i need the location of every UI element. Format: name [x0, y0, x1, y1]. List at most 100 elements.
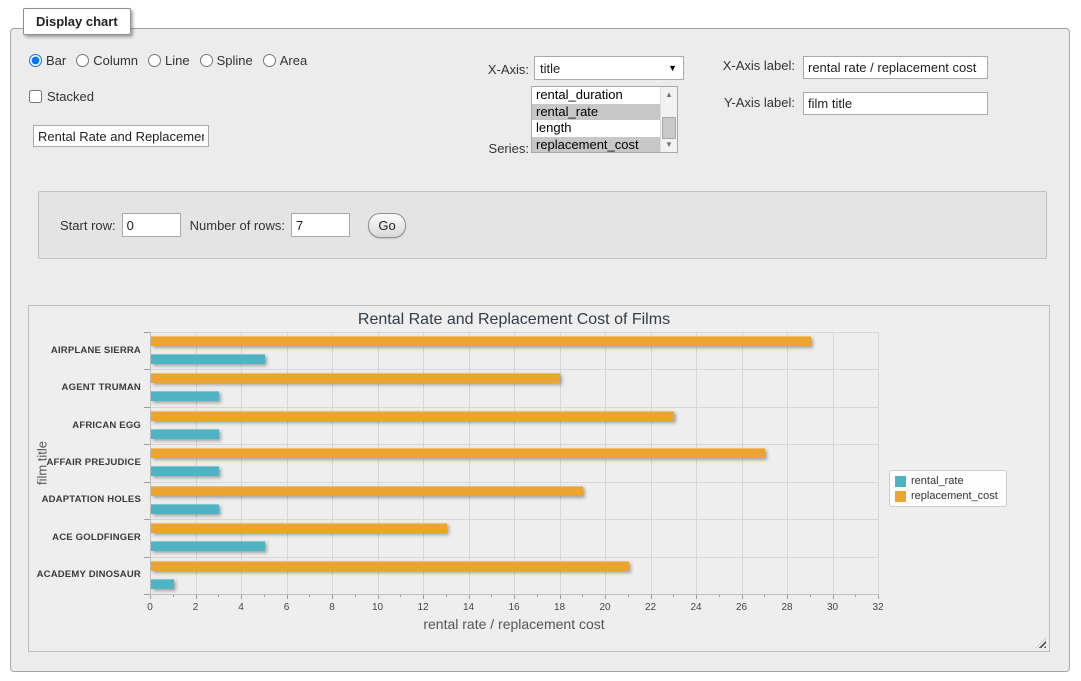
x-axis-label-input[interactable]	[803, 56, 988, 79]
bar-replacement_cost[interactable]	[151, 561, 629, 571]
bar-rental_rate[interactable]	[151, 354, 265, 364]
radio-line-label: Line	[165, 53, 190, 68]
x-tick-label: 12	[417, 602, 428, 613]
radio-column[interactable]	[76, 54, 89, 67]
bar-replacement_cost[interactable]	[151, 336, 811, 346]
bar-rental_rate[interactable]	[151, 504, 219, 514]
chart-title: Rental Rate and Replacement Cost of Film…	[150, 311, 878, 329]
y-axis-label-caption: Y-Axis label:	[715, 95, 795, 110]
v-gridline	[833, 332, 834, 594]
stacked-checkbox[interactable]	[29, 90, 42, 103]
v-gridline	[651, 332, 652, 594]
series-scrollbar[interactable]: ▲ ▼	[660, 87, 677, 152]
v-gridline	[514, 332, 515, 594]
bar-rental_rate[interactable]	[151, 466, 219, 476]
x-axis-label-caption: X-Axis label:	[715, 58, 795, 73]
x-tick-label: 26	[736, 602, 747, 613]
fieldset-legend: Display chart	[23, 8, 131, 35]
x-tick-label: 18	[554, 602, 565, 613]
radio-spline[interactable]	[200, 54, 213, 67]
chart-type-radio-group: Bar Column Line Spline Area	[29, 53, 307, 68]
category-label: AIRPLANE SIERRA	[29, 339, 141, 363]
chart-legend: rental_rate replacement_cost	[889, 470, 1007, 507]
category-label: ACE GOLDFINGER	[29, 526, 141, 550]
x-tick-label: 8	[329, 602, 335, 613]
y-axis-label-input[interactable]	[803, 92, 988, 115]
scroll-up-icon[interactable]: ▲	[661, 87, 677, 102]
bar-rental_rate[interactable]	[151, 391, 219, 401]
rows-panel: Start row: Number of rows: Go	[38, 191, 1047, 259]
category-label: AFFAIR PREJUDICE	[29, 451, 141, 475]
legend-swatch	[895, 476, 906, 487]
num-rows-label: Number of rows:	[190, 218, 285, 233]
legend-item-rental_rate[interactable]: rental_rate	[895, 475, 998, 487]
x-tick-label: 20	[599, 602, 610, 613]
bar-replacement_cost[interactable]	[151, 523, 447, 533]
v-gridline	[287, 332, 288, 594]
x-tick-label: 14	[463, 602, 474, 613]
series-caption: Series:	[481, 141, 529, 156]
bar-replacement_cost[interactable]	[151, 486, 583, 496]
bar-rental_rate[interactable]	[151, 541, 265, 551]
bar-rental_rate[interactable]	[151, 579, 174, 589]
radio-bar-label: Bar	[46, 53, 66, 68]
v-gridline	[196, 332, 197, 594]
category-label: ADAPTATION HOLES	[29, 488, 141, 512]
v-gridline	[560, 332, 561, 594]
v-gridline	[605, 332, 606, 594]
radio-bar[interactable]	[29, 54, 42, 67]
legend-label: rental_rate	[911, 475, 964, 487]
v-gridline	[241, 332, 242, 594]
legend-item-replacement_cost[interactable]: replacement_cost	[895, 490, 998, 502]
radio-line[interactable]	[148, 54, 161, 67]
bar-rental_rate[interactable]	[151, 429, 219, 439]
scrollbar-thumb[interactable]	[662, 117, 676, 139]
v-gridline	[787, 332, 788, 594]
x-axis-title: rental rate / replacement cost	[150, 616, 878, 632]
scroll-down-icon[interactable]: ▼	[661, 137, 677, 152]
series-listbox[interactable]: rental_durationrental_ratelengthreplacem…	[531, 86, 678, 153]
start-row-input[interactable]	[122, 213, 181, 237]
num-rows-input[interactable]	[291, 213, 350, 237]
x-tick-label: 2	[193, 602, 199, 613]
category-label: AGENT TRUMAN	[29, 376, 141, 400]
x-tick-label: 6	[284, 602, 290, 613]
bar-replacement_cost[interactable]	[151, 411, 674, 421]
bar-replacement_cost[interactable]	[151, 373, 560, 383]
series-option-rental_duration[interactable]: rental_duration	[532, 87, 660, 104]
legend-swatch	[895, 491, 906, 502]
legend-label: replacement_cost	[911, 490, 998, 502]
x-axis-line	[150, 594, 879, 595]
series-option-rental_rate[interactable]: rental_rate	[532, 104, 660, 121]
v-gridline	[378, 332, 379, 594]
series-option-replacement_cost[interactable]: replacement_cost	[532, 137, 660, 154]
x-axis-select-caption: X-Axis:	[481, 62, 529, 77]
v-gridline	[423, 332, 424, 594]
x-tick-label: 10	[372, 602, 383, 613]
series-option-length[interactable]: length	[532, 120, 660, 137]
v-gridline	[742, 332, 743, 594]
x-tick-label: 16	[508, 602, 519, 613]
radio-column-label: Column	[93, 53, 138, 68]
radio-spline-label: Spline	[217, 53, 253, 68]
x-tick-label: 30	[827, 602, 838, 613]
go-button[interactable]: Go	[368, 213, 406, 238]
chart-panel: Rental Rate and Replacement Cost of Film…	[28, 305, 1050, 652]
v-gridline	[332, 332, 333, 594]
x-tick-label: 0	[147, 602, 153, 613]
category-label: AFRICAN EGG	[29, 414, 141, 438]
x-tick-label: 28	[781, 602, 792, 613]
display-chart-fieldset: Display chart Bar Column Line Spline Are…	[10, 28, 1070, 672]
v-gridline	[878, 332, 879, 594]
chart-title-input[interactable]	[33, 125, 209, 147]
x-tick-label: 22	[645, 602, 656, 613]
start-row-label: Start row:	[60, 218, 116, 233]
category-label: ACADEMY DINOSAUR	[29, 563, 141, 587]
resize-handle-icon[interactable]	[1036, 638, 1046, 648]
x-tick-label: 32	[872, 602, 883, 613]
radio-area[interactable]	[263, 54, 276, 67]
x-axis-select[interactable]: title ▼	[534, 56, 684, 80]
v-gridline	[696, 332, 697, 594]
bar-replacement_cost[interactable]	[151, 448, 765, 458]
x-axis-select-value: title	[540, 61, 560, 76]
